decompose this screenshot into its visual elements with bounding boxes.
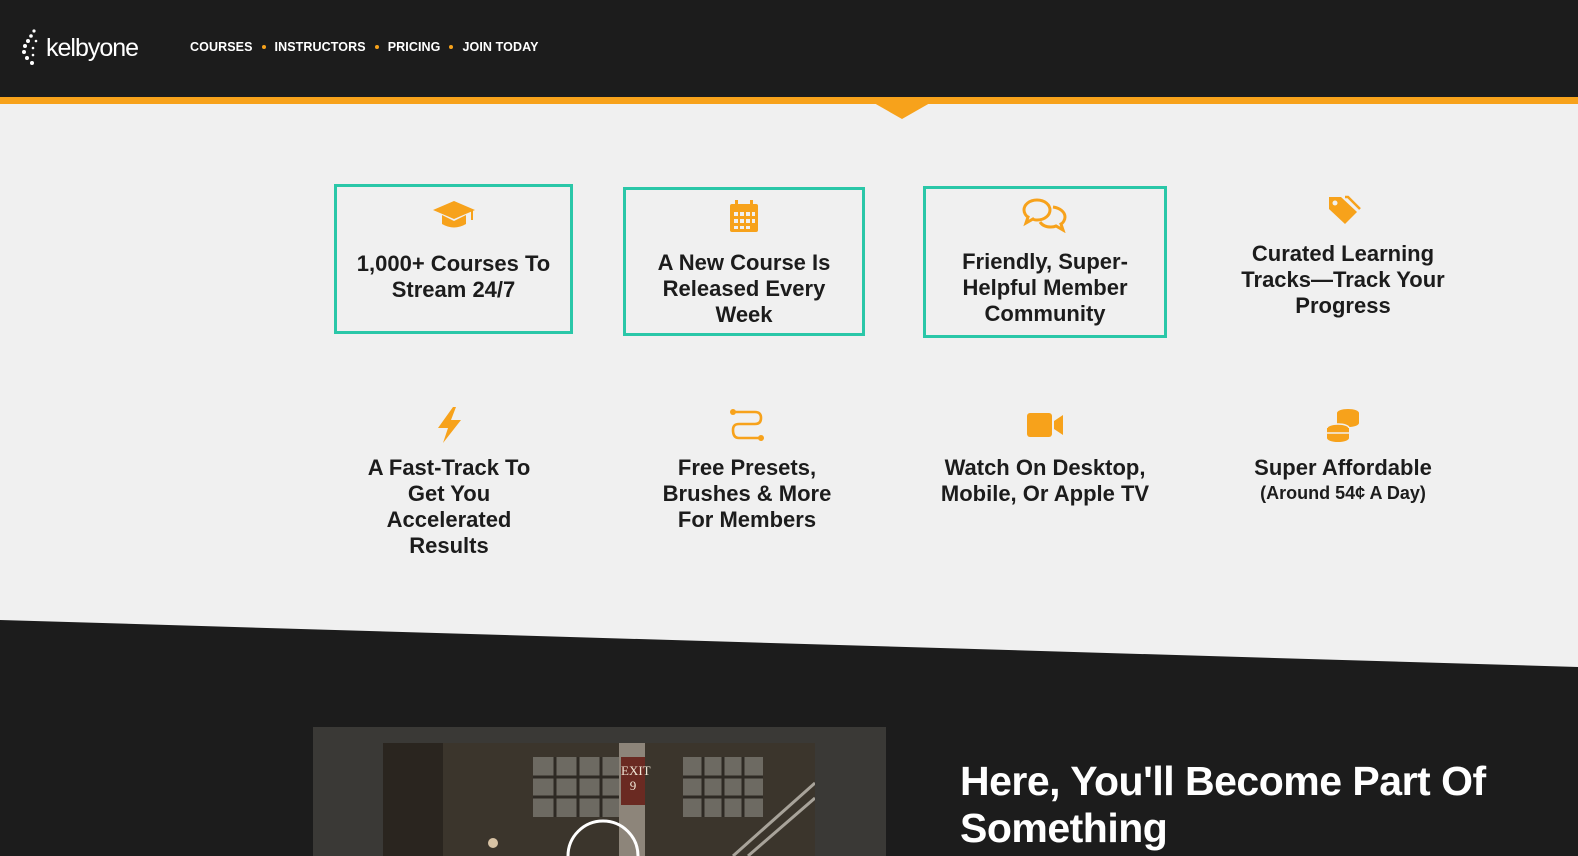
- main-nav: COURSES INSTRUCTORS PRICING JOIN TODAY: [190, 40, 539, 54]
- tags-icon: [1320, 190, 1366, 230]
- nav-separator-dot: [261, 45, 266, 49]
- feature-courses: 1,000+ Courses To Stream 24/7: [334, 184, 573, 334]
- feature-learning-tracks: Curated Learning Tracks—Track Your Progr…: [1222, 190, 1464, 319]
- route-icon: [724, 405, 770, 445]
- exit-sign: EXIT 9: [621, 763, 651, 793]
- nav-courses[interactable]: COURSES: [190, 40, 253, 54]
- video-scene-image: [383, 743, 815, 856]
- feature-title: Watch On Desktop, Mobile, Or Apple TV: [940, 455, 1150, 506]
- feature-title: Super Affordable: [1254, 455, 1432, 480]
- nav-instructors[interactable]: INSTRUCTORS: [275, 40, 366, 54]
- nav-separator-dot: [449, 45, 454, 49]
- feature-fast-track: A Fast-Track To Get You Accelerated Resu…: [334, 405, 564, 559]
- video-frame: EXIT 9: [383, 743, 815, 856]
- nav-separator-dot: [374, 45, 379, 49]
- logo-text: kelbyone: [46, 33, 139, 62]
- coins-icon: [1320, 405, 1366, 445]
- feature-free-presets: Free Presets, Brushes & More For Members: [634, 405, 860, 533]
- feature-watch-anywhere: Watch On Desktop, Mobile, Or Apple TV: [930, 405, 1160, 507]
- feature-new-course: A New Course Is Released Every Week: [623, 187, 865, 336]
- feature-affordable: Super Affordable (Around 54¢ A Day): [1228, 405, 1458, 505]
- video-thumbnail[interactable]: EXIT 9: [313, 727, 886, 856]
- feature-title: Free Presets, Brushes & More For Members: [662, 455, 832, 532]
- logo-dots-icon: [22, 29, 38, 65]
- site-header: kelbyone COURSES INSTRUCTORS PRICING JOI…: [0, 0, 1578, 98]
- video-camera-icon: [1022, 405, 1068, 445]
- nav-join-today[interactable]: JOIN TODAY: [462, 40, 538, 54]
- chat-bubbles-icon: [1022, 195, 1068, 235]
- header-notch: [874, 103, 930, 119]
- kelbyone-logo[interactable]: kelbyone: [20, 28, 139, 68]
- feature-title: Curated Learning Tracks—Track Your Progr…: [1241, 241, 1445, 318]
- feature-title: 1,000+ Courses To Stream 24/7: [356, 251, 551, 302]
- feature-title: A Fast-Track To Get You Accelerated Resu…: [367, 455, 531, 558]
- feature-title: Friendly, Super-Helpful Member Community: [962, 249, 1128, 326]
- feature-subtitle: (Around 54¢ A Day): [1260, 483, 1426, 503]
- feature-title: A New Course Is Released Every Week: [657, 250, 831, 327]
- calendar-icon: [721, 196, 767, 236]
- lightning-bolt-icon: [426, 405, 472, 445]
- feature-community: Friendly, Super-Helpful Member Community: [923, 186, 1167, 338]
- header-accent-bar: [0, 97, 1578, 104]
- graduation-cap-icon: [431, 195, 477, 235]
- section-headline: Here, You'll Become Part Of Something: [960, 758, 1486, 851]
- nav-pricing[interactable]: PRICING: [388, 40, 441, 54]
